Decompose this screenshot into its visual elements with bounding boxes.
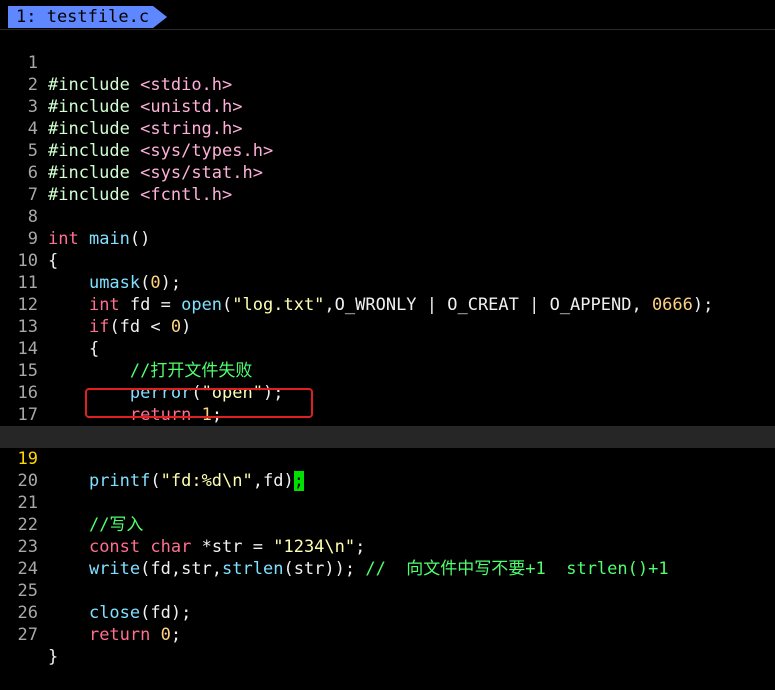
line-text: return 0; — [88, 625, 182, 645]
line-text: } — [48, 647, 59, 667]
code-line[interactable]: 14 //打开文件失败 — [0, 316, 775, 381]
code-line[interactable]: 11 int fd = open("log.txt",O_WRONLY | O_… — [0, 250, 775, 315]
code-line[interactable]: 1 #include <stdio.h> — [0, 30, 775, 95]
code-line[interactable]: 8 int main() — [0, 184, 775, 249]
code-editor[interactable]: 1 #include <stdio.h> 2 #include <unistd.… — [0, 30, 775, 667]
code-line[interactable]: 24 — [0, 536, 775, 579]
code-line[interactable]: 16 return 1; — [0, 360, 775, 425]
code-line[interactable]: 13 { — [0, 294, 775, 359]
code-line[interactable]: 23 write(fd,str,strlen(str)); // 向文件中写不要… — [0, 514, 775, 579]
code-line[interactable]: 4 #include <sys/types.h> — [0, 96, 775, 161]
line-number: 27 — [17, 625, 38, 645]
code-line[interactable]: 25 close(fd); — [0, 558, 775, 623]
code-line[interactable]: 26 return 0; — [0, 580, 775, 645]
tabline: 1: testfile.c — [0, 0, 775, 30]
code-line[interactable]: 10 umask(0); — [0, 228, 775, 293]
code-line[interactable]: 6 #include <fcntl.h> — [0, 140, 775, 205]
code-line[interactable]: 22 const char *str = "1234\n"; — [0, 492, 775, 557]
code-line[interactable]: 12 if(fd < 0) — [0, 272, 775, 337]
code-line[interactable]: 21 //写入 — [0, 470, 775, 535]
code-line[interactable]: 20 — [0, 448, 775, 491]
code-line[interactable]: 7 — [0, 162, 775, 205]
code-line[interactable]: 9 { — [0, 206, 775, 271]
code-line[interactable]: 15 perror("open"); — [0, 338, 775, 403]
tab-testfile[interactable]: 1: testfile.c — [8, 6, 167, 28]
code-line[interactable]: 5 #include <sys/stat.h> — [0, 118, 775, 183]
code-line[interactable]: 3 #include <string.h> — [0, 74, 775, 139]
annotation-highlight-box — [85, 388, 313, 418]
code-line[interactable]: 2 #include <unistd.h> — [0, 52, 775, 117]
code-line[interactable]: 27 } — [0, 602, 775, 667]
current-code-line[interactable]: 19 printf("fd:%d\n",fd); — [0, 426, 775, 491]
